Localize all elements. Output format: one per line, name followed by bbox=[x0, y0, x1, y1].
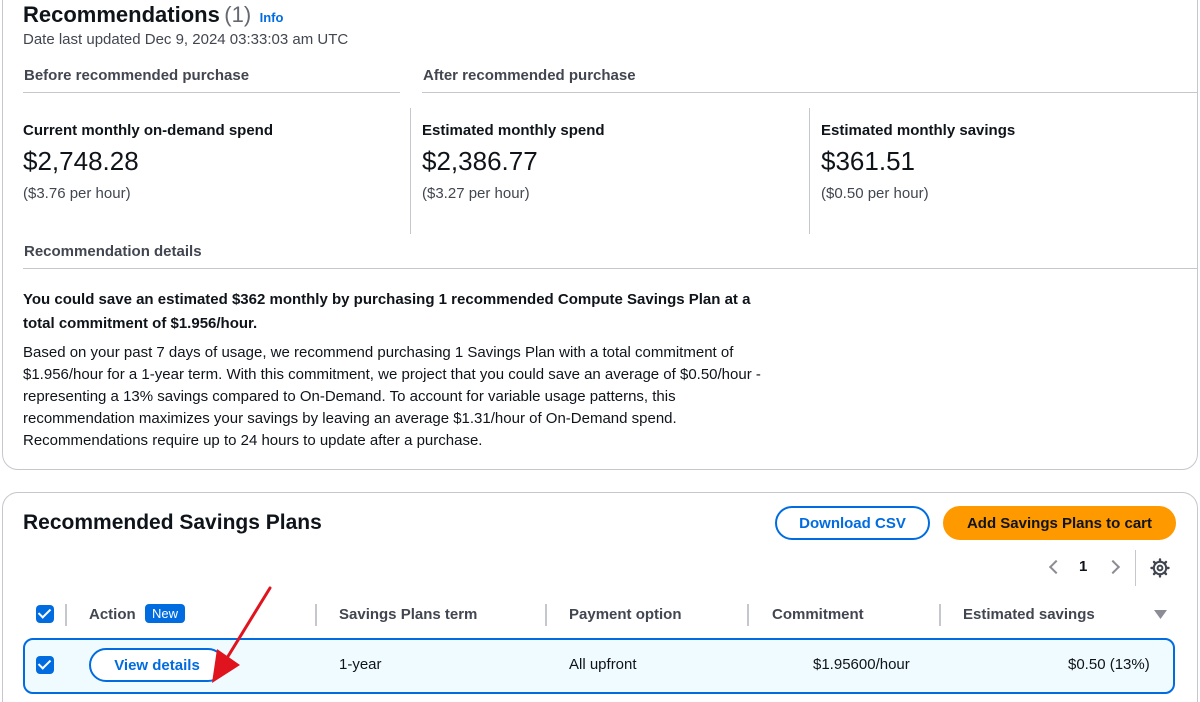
column-header-action[interactable]: Action bbox=[89, 606, 136, 623]
column-header-savings[interactable]: Estimated savings bbox=[963, 606, 1095, 623]
estimated-savings-label: Estimated monthly savings bbox=[821, 122, 1016, 139]
recommendation-summary: You could save an estimated $362 monthly… bbox=[23, 291, 751, 332]
pagination-divider bbox=[1135, 550, 1136, 586]
settings-gear-icon[interactable] bbox=[1150, 558, 1170, 578]
column-divider bbox=[545, 604, 547, 626]
after-heading-divider bbox=[422, 92, 1197, 93]
column-divider bbox=[65, 604, 67, 626]
row-checkbox[interactable] bbox=[36, 656, 54, 674]
column-divider bbox=[315, 604, 317, 626]
add-to-cart-button[interactable]: Add Savings Plans to cart bbox=[943, 506, 1176, 540]
new-badge: New bbox=[145, 604, 186, 623]
savings-plans-title: Recommended Savings Plans bbox=[23, 511, 322, 534]
estimated-savings-hourly: ($0.50 per hour) bbox=[821, 185, 929, 202]
estimated-spend-label: Estimated monthly spend bbox=[422, 122, 605, 139]
estimated-spend-hourly: ($3.27 per hour) bbox=[422, 185, 530, 202]
column-header-commitment[interactable]: Commitment bbox=[772, 606, 864, 623]
savings-cell: $0.50 (13%) bbox=[1068, 656, 1150, 673]
commitment-cell: $1.95600/hour bbox=[813, 656, 910, 673]
annotation-arrow-icon bbox=[212, 586, 272, 683]
current-spend-hourly: ($3.76 per hour) bbox=[23, 185, 131, 202]
page-number[interactable]: 1 bbox=[1079, 558, 1087, 575]
current-spend-label: Current monthly on-demand spend bbox=[23, 122, 274, 139]
recommendations-title: Recommendations bbox=[23, 2, 220, 27]
estimated-savings-value: $361.51 bbox=[821, 146, 915, 176]
recommendations-header: Recommendations (1) Info bbox=[23, 2, 283, 28]
column-divider bbox=[747, 604, 749, 626]
recommendation-description: Based on your past 7 days of usage, we r… bbox=[23, 344, 761, 449]
select-all-checkbox[interactable] bbox=[36, 605, 54, 623]
term-cell: 1-year bbox=[339, 656, 382, 673]
info-link[interactable]: Info bbox=[260, 10, 284, 25]
column-divider bbox=[939, 604, 941, 626]
column-header-term[interactable]: Savings Plans term bbox=[339, 606, 477, 623]
current-spend-value: $2,748.28 bbox=[23, 146, 139, 176]
estimated-spend-value: $2,386.77 bbox=[422, 146, 538, 176]
payment-cell: All upfront bbox=[569, 656, 637, 673]
after-purchase-heading: After recommended purchase bbox=[423, 67, 636, 84]
recommendation-details-heading: Recommendation details bbox=[24, 243, 202, 260]
column-header-payment[interactable]: Payment option bbox=[569, 606, 682, 623]
sort-descending-icon[interactable] bbox=[1154, 610, 1167, 619]
before-heading-divider bbox=[23, 92, 400, 93]
download-csv-button[interactable]: Download CSV bbox=[775, 506, 930, 540]
metric-divider bbox=[809, 108, 810, 234]
date-last-updated: Date last updated Dec 9, 2024 03:33:03 a… bbox=[23, 31, 349, 48]
before-purchase-heading: Before recommended purchase bbox=[24, 67, 250, 84]
details-divider bbox=[23, 268, 1197, 269]
metric-divider bbox=[410, 108, 411, 234]
recommendations-count: (1) bbox=[224, 2, 252, 27]
